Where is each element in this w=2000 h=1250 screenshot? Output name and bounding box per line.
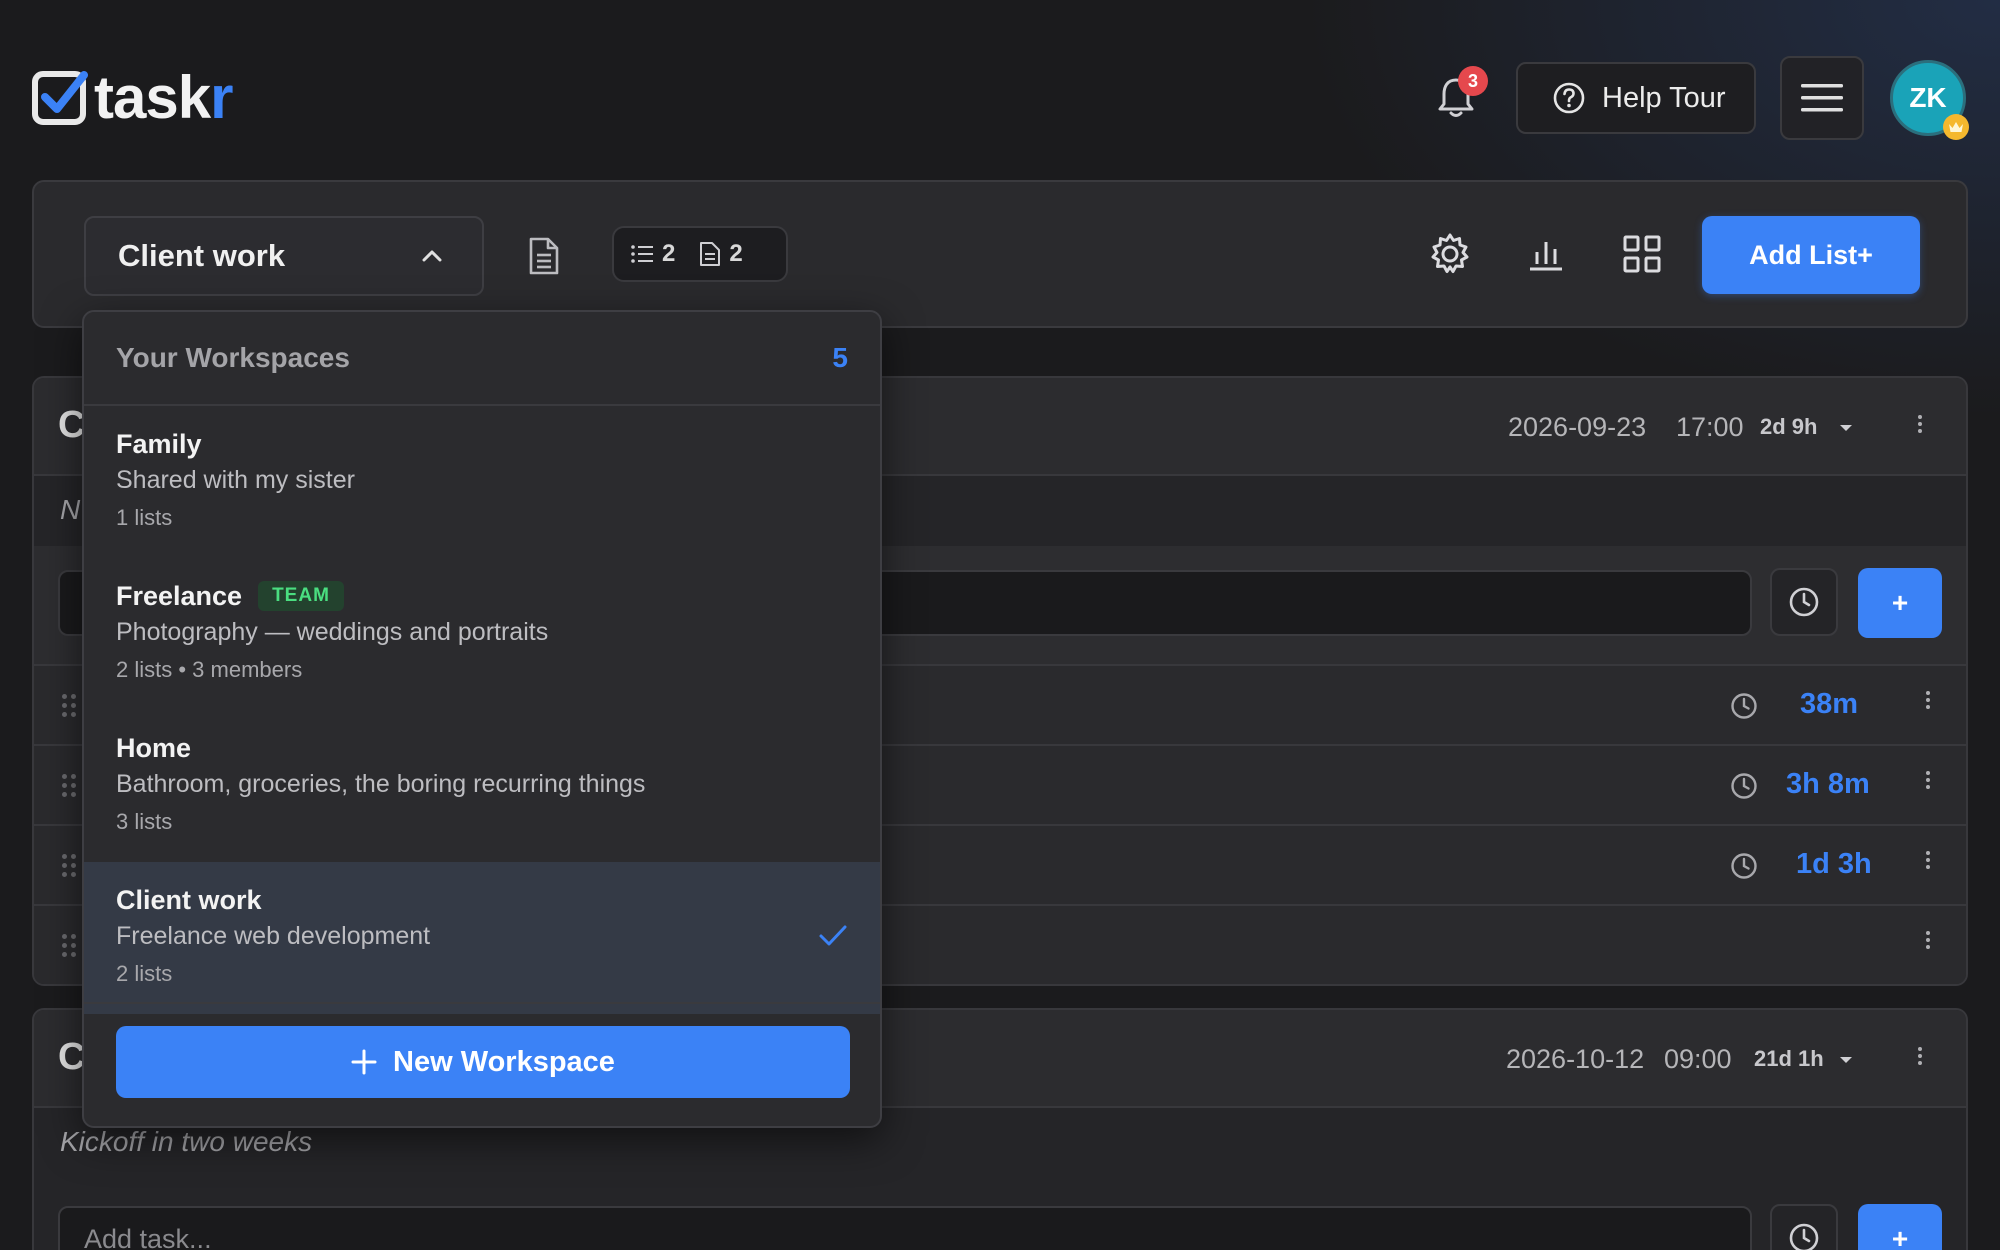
add-task-deadline-button[interactable] <box>1770 1204 1838 1250</box>
clock-icon <box>1789 1223 1819 1250</box>
workspace-name-row: Freelance TEAM <box>116 580 848 612</box>
workspace-name-row: Family <box>116 428 848 460</box>
task-time-remaining: 3h 8m <box>1786 768 1870 800</box>
workspace-counts: 2 2 <box>612 226 788 282</box>
workspace-dropdown: Your Workspaces 5 Family Shared with my … <box>82 310 882 1128</box>
list-remaining: 21d 1h <box>1754 1046 1824 1071</box>
check-square-logo-icon <box>32 69 88 127</box>
clock-icon <box>1731 773 1757 799</box>
workspace-item-freelance[interactable]: Freelance TEAM Photography — weddings an… <box>84 558 880 710</box>
caret-down-icon[interactable] <box>1838 422 1854 434</box>
workspace-name: Home <box>116 732 192 763</box>
workspace-item-family[interactable]: Family Shared with my sister 1 lists <box>84 406 880 558</box>
logo-text-main: task <box>94 64 211 131</box>
new-workspace-label: New Workspace <box>393 1045 615 1078</box>
drag-handle-icon[interactable] <box>62 694 76 717</box>
stats-button[interactable] <box>1528 236 1564 277</box>
app-logo[interactable]: taskr <box>32 68 233 128</box>
help-circle-icon <box>1553 82 1585 114</box>
team-badge: TEAM <box>258 581 344 611</box>
task-menu-kebab-icon[interactable] <box>1926 768 1932 792</box>
workspace-selector[interactable]: Client work <box>84 216 484 296</box>
task-time-remaining: 1d 3h <box>1796 848 1872 880</box>
docs-count-group: 2 <box>699 240 743 268</box>
workspace-name: Family <box>116 428 202 459</box>
add-task-button[interactable]: + <box>1858 1204 1942 1250</box>
workspace-dropdown-title: Your Workspaces <box>116 342 350 373</box>
workspace-notes-button[interactable] <box>528 236 560 281</box>
checkmark-icon <box>819 925 847 946</box>
help-tour-label: Help Tour <box>1602 81 1726 114</box>
workspace-dropdown-header: Your Workspaces 5 <box>84 312 880 406</box>
list-due-time: 09:00 <box>1664 1044 1732 1074</box>
workspace-name: Client work <box>116 884 262 915</box>
logo-text-accent: r <box>210 64 233 131</box>
list-icon <box>631 245 653 263</box>
clock-icon <box>1731 853 1757 879</box>
task-menu-kebab-icon[interactable] <box>1926 928 1932 952</box>
list-note: Kickoff in two weeks <box>60 1126 313 1157</box>
chevron-up-icon <box>422 250 442 262</box>
grid-icon <box>1623 235 1661 273</box>
workspace-name-row: Client work <box>116 884 848 916</box>
workspace-name-row: Home <box>116 732 848 764</box>
workspace-item-client-work[interactable]: Client work Freelance web development 2 … <box>84 862 880 1014</box>
add-task-button[interactable]: + <box>1858 568 1942 638</box>
layout-grid-button[interactable] <box>1622 234 1662 279</box>
clock-icon <box>1731 693 1757 719</box>
hamburger-menu-icon <box>1801 84 1843 112</box>
caret-down-icon[interactable] <box>1838 1054 1854 1066</box>
add-task-placeholder: Add task... <box>84 1223 212 1250</box>
drag-handle-icon[interactable] <box>62 854 76 877</box>
add-task-input[interactable]: Add task... <box>58 1206 1752 1250</box>
workspace-name: Freelance <box>116 580 243 611</box>
workspace-selector-label: Client work <box>118 238 286 273</box>
lists-count-group: 2 <box>630 240 675 268</box>
task-menu-kebab-icon[interactable] <box>1926 848 1932 872</box>
workspace-description: Freelance web development <box>116 922 431 950</box>
task-time-remaining: 38m <box>1800 688 1859 720</box>
task-menu-kebab-icon[interactable] <box>1926 688 1932 712</box>
workspace-item-home[interactable]: Home Bathroom, groceries, the boring rec… <box>84 710 880 862</box>
list-due-time: 17:00 <box>1676 412 1744 442</box>
workspace-dropdown-footer: New Workspace <box>84 1002 880 1126</box>
workspace-count: 5 <box>832 342 848 373</box>
document-icon <box>529 237 559 275</box>
bar-chart-icon <box>1530 242 1562 271</box>
crown-icon <box>1943 114 1969 140</box>
list-menu-kebab-icon[interactable] <box>1918 1044 1924 1068</box>
logo-text: taskr <box>94 68 233 128</box>
notification-count-badge: 3 <box>1458 66 1488 96</box>
workspace-meta: 1 lists <box>116 505 173 530</box>
workspace-meta: 3 lists <box>116 809 173 834</box>
main-menu-button[interactable] <box>1780 56 1864 140</box>
gear-icon <box>1431 233 1469 273</box>
workspace-toolbar: Client work 2 2 Add List+ <box>32 180 1968 328</box>
plus-icon <box>351 1049 377 1075</box>
app-header: taskr 3 Help Tour ZK <box>0 0 2000 180</box>
new-workspace-button[interactable]: New Workspace <box>116 1026 850 1098</box>
clock-icon <box>1789 587 1819 617</box>
workspace-description: Photography — weddings and portraits <box>116 618 549 646</box>
document-icon <box>700 242 721 266</box>
list-note: N <box>60 494 81 525</box>
add-list-button[interactable]: Add List+ <box>1702 216 1920 294</box>
list-due-date: 2026-09-23 <box>1508 412 1647 442</box>
list-due-date: 2026-10-12 <box>1506 1044 1645 1074</box>
docs-count: 2 <box>729 240 743 267</box>
drag-handle-icon[interactable] <box>62 934 76 957</box>
add-task-deadline-button[interactable] <box>1770 568 1838 636</box>
workspace-description: Shared with my sister <box>116 466 355 494</box>
help-tour-button[interactable]: Help Tour <box>1516 62 1756 134</box>
settings-button[interactable] <box>1428 232 1472 281</box>
lists-count: 2 <box>662 240 676 267</box>
workspace-meta: 2 lists • 3 members <box>116 657 303 682</box>
workspace-description: Bathroom, groceries, the boring recurrin… <box>116 770 646 798</box>
list-menu-kebab-icon[interactable] <box>1918 412 1924 436</box>
drag-handle-icon[interactable] <box>62 774 76 797</box>
workspace-meta: 2 lists <box>116 961 173 986</box>
list-remaining: 2d 9h <box>1760 414 1818 439</box>
